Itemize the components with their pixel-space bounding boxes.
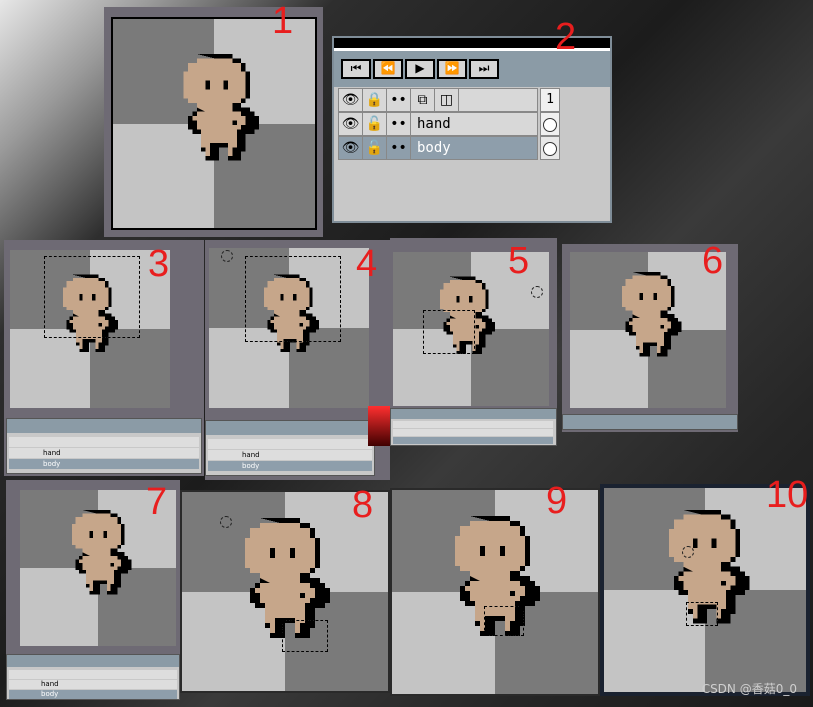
mini-toolbar — [7, 655, 179, 667]
layer-row-hand[interactable]: 👁 🔓 •• hand — [338, 112, 538, 136]
timeline-panel: ⏮ ⏪ ▶ ⏩ ⏭ 👁 🔒 •• ⧉ ◫ 1 👁 🔓 •• hand 👁 🔓 •… — [332, 36, 612, 223]
mini-layer-hand[interactable]: hand — [208, 450, 372, 460]
preview-panel-5 — [390, 238, 557, 446]
sprite-canvas-1[interactable] — [111, 17, 317, 230]
preview-panel-3: hand body — [4, 240, 204, 476]
next-frame-button[interactable]: ⏩ — [437, 59, 467, 79]
last-frame-button[interactable]: ⏭ — [469, 59, 499, 79]
mini-layer-body[interactable]: body — [208, 461, 372, 471]
layer-name-hand: hand — [417, 116, 451, 132]
mini-layer-body[interactable] — [393, 437, 553, 444]
first-frame-icon: ⏮ — [350, 61, 362, 75]
last-frame-icon: ⏭ — [478, 61, 490, 75]
prev-frame-icon: ⏪ — [380, 61, 396, 75]
mini-layer-row[interactable] — [9, 437, 199, 447]
step-label-8: 8 — [352, 484, 374, 526]
cel-dot-icon — [543, 142, 557, 156]
layer-row-body[interactable]: 👁 🔓 •• body — [338, 136, 538, 160]
step-label-4: 4 — [356, 243, 378, 285]
watermark: CSDN @香菇0_0 — [701, 682, 797, 696]
sprite-canvas-3[interactable] — [10, 250, 170, 408]
mini-layer-row[interactable] — [9, 670, 177, 679]
mini-toolbar — [391, 409, 556, 419]
play-icon: ▶ — [415, 61, 425, 75]
transform-selection[interactable] — [423, 310, 475, 354]
lock-icon[interactable]: 🔒 — [363, 89, 387, 111]
next-frame-icon: ⏩ — [444, 61, 460, 75]
step-label-5: 5 — [508, 240, 530, 282]
mini-timeline-4: hand body — [205, 420, 375, 476]
mini-toolbar — [7, 419, 201, 433]
mini-layer-hand[interactable] — [393, 429, 553, 436]
pixel-character — [183, 53, 259, 161]
eye-icon[interactable]: 👁 — [339, 89, 363, 111]
step-label-7: 7 — [146, 481, 168, 523]
transform-selection[interactable] — [484, 606, 524, 636]
lock-icon[interactable]: 🔓 — [363, 137, 387, 159]
mini-layer-row[interactable] — [393, 421, 553, 428]
frame-copy-icon[interactable]: ◫ — [435, 89, 459, 111]
link-icon[interactable]: •• — [387, 113, 411, 135]
step-label-6: 6 — [702, 240, 724, 282]
pivot-icon[interactable] — [531, 286, 543, 298]
layer-name-body: body — [417, 140, 451, 156]
step-label-1: 1 — [272, 0, 294, 42]
sprite-canvas-9[interactable] — [392, 490, 598, 694]
step-label-10: 10 — [766, 474, 809, 516]
mini-layer-hand[interactable]: hand — [9, 448, 199, 458]
cel-body-frame-1[interactable] — [540, 136, 560, 160]
mini-layer-hand[interactable]: hand — [9, 680, 177, 689]
mini-timeline-6 — [562, 414, 738, 430]
cel-hand-frame-1[interactable] — [540, 112, 560, 136]
mini-timeline-5 — [390, 408, 557, 446]
prev-frame-button[interactable]: ⏪ — [373, 59, 403, 79]
transform-selection[interactable] — [686, 602, 718, 626]
pivot-icon[interactable] — [220, 516, 232, 528]
pivot-icon[interactable] — [221, 250, 233, 262]
cel-dot-icon — [543, 118, 557, 132]
mini-timeline-7: hand body — [6, 654, 180, 700]
first-frame-button[interactable]: ⏮ — [341, 59, 371, 79]
color-swatch[interactable] — [368, 406, 390, 446]
step-label-9: 9 — [546, 480, 568, 522]
transform-selection[interactable] — [44, 256, 140, 338]
lock-icon[interactable]: 🔓 — [363, 113, 387, 135]
transform-selection[interactable] — [282, 620, 328, 652]
pivot-icon[interactable] — [682, 546, 694, 558]
link-icon[interactable]: •• — [387, 137, 411, 159]
step-label-2: 2 — [555, 16, 577, 58]
transform-selection[interactable] — [245, 256, 341, 342]
pixel-character — [71, 510, 132, 595]
mini-layer-row[interactable] — [208, 439, 372, 449]
sprite-canvas-4[interactable] — [209, 248, 369, 408]
step-label-3: 3 — [148, 243, 170, 285]
link-icon[interactable]: •• — [387, 89, 411, 111]
mini-layer-body[interactable]: body — [9, 690, 177, 699]
pixel-character — [621, 272, 682, 357]
preview-panel-9 — [390, 488, 600, 696]
layer-header-row: 👁 🔒 •• ⧉ ◫ — [338, 88, 538, 112]
mini-layer-body[interactable]: body — [9, 459, 199, 469]
eye-icon[interactable]: 👁 — [339, 137, 363, 159]
sprite-canvas-10[interactable] — [604, 488, 806, 692]
mini-toolbar — [206, 421, 374, 435]
mini-timeline-3: hand body — [6, 418, 202, 474]
eye-icon[interactable]: 👁 — [339, 113, 363, 135]
play-button[interactable]: ▶ — [405, 59, 435, 79]
frame-header-1[interactable]: 1 — [540, 88, 560, 112]
group-icon[interactable]: ⧉ — [411, 89, 435, 111]
